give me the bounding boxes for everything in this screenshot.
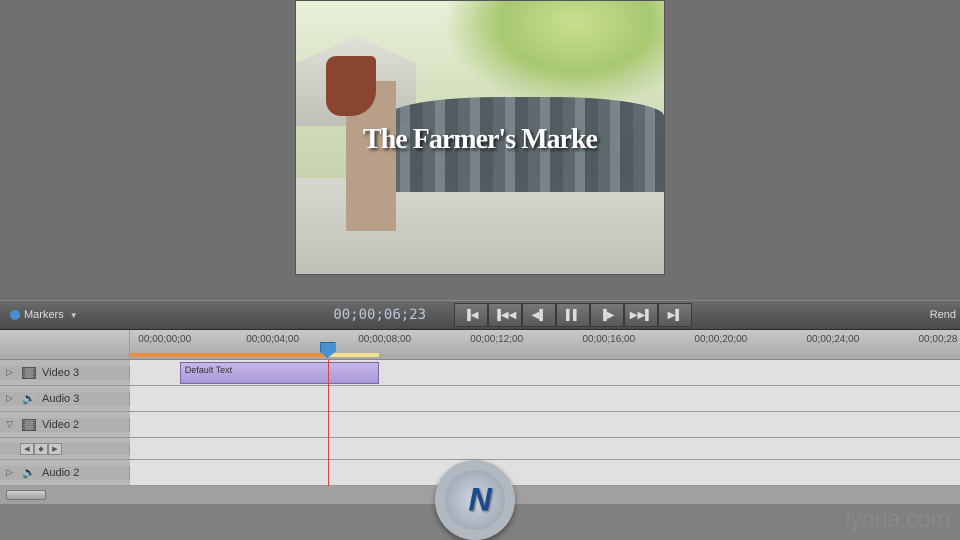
- track-label: Audio 2: [42, 467, 79, 479]
- track-header-video3[interactable]: ▷ Video 3: [0, 366, 130, 380]
- preview-area: The Farmer's Marke: [0, 0, 960, 300]
- marker-icon: [10, 310, 20, 320]
- ruler-header-spacer: [0, 330, 130, 359]
- next-keyframe-button[interactable]: ▶: [48, 443, 62, 455]
- ruler-tick: 00;00;20;00: [694, 334, 747, 345]
- expand-icon[interactable]: ▷: [6, 367, 16, 378]
- track-content-video2[interactable]: [130, 412, 960, 437]
- chevron-down-icon: ▼: [70, 311, 78, 320]
- ruler-tick: 00;00;16;00: [582, 334, 635, 345]
- prev-keyframe-button[interactable]: ◀: [20, 443, 34, 455]
- pause-button[interactable]: ▌▌: [556, 303, 590, 327]
- ruler-tick: 00;00;12;00: [470, 334, 523, 345]
- video-track-icon: [22, 366, 36, 380]
- markers-dropdown[interactable]: Markers ▼: [0, 309, 88, 321]
- preview-frame: The Farmer's Marke: [296, 1, 664, 274]
- clip-default-text[interactable]: Default Text: [180, 362, 379, 384]
- track-video3: ▷ Video 3 Default Text: [0, 360, 960, 386]
- track-content-audio2[interactable]: [130, 460, 960, 485]
- render-button[interactable]: Rend: [930, 309, 960, 321]
- scrollbar-thumb[interactable]: [6, 490, 46, 500]
- render-indicator-orange: [130, 353, 328, 357]
- ruler-tick: 00;00;00;00: [138, 334, 191, 345]
- go-to-out-button[interactable]: ▶▌: [658, 303, 692, 327]
- track-video2: ▽ Video 2: [0, 412, 960, 438]
- audio-track-icon: 🔊: [22, 466, 36, 480]
- expand-icon[interactable]: ▷: [6, 393, 16, 404]
- go-to-in-button[interactable]: ▐◀: [454, 303, 488, 327]
- track-label: Video 3: [42, 367, 79, 379]
- track-content-video2-kf[interactable]: [130, 438, 960, 459]
- markers-label: Markers: [24, 309, 64, 321]
- program-monitor[interactable]: The Farmer's Marke: [295, 0, 665, 275]
- audio-track-icon: 🔊: [22, 392, 36, 406]
- track-video2-expanded: ◀ ◆ ▶: [0, 438, 960, 460]
- expand-icon[interactable]: ▷: [6, 467, 16, 478]
- track-nav-video2: ◀ ◆ ▶: [0, 443, 130, 455]
- title-overlay-text: The Farmer's Marke: [363, 124, 597, 156]
- ruler-ticks[interactable]: 00;00;00;00 00;00;04;00 00;00;08;00 00;0…: [130, 330, 960, 359]
- step-back-button[interactable]: ◀▌: [522, 303, 556, 327]
- watermark-logo: N: [435, 460, 525, 540]
- track-header-audio3[interactable]: ▷ 🔊 Audio 3: [0, 392, 130, 406]
- timeline-ruler[interactable]: 00;00;00;00 00;00;04;00 00;00;08;00 00;0…: [0, 330, 960, 360]
- track-audio3: ▷ 🔊 Audio 3: [0, 386, 960, 412]
- playhead-line: [328, 360, 329, 486]
- render-indicator-yellow: [328, 353, 379, 357]
- track-content-video3[interactable]: Default Text: [130, 360, 960, 385]
- video-track-icon: [22, 418, 36, 432]
- ruler-tick: 00;00;08;00: [358, 334, 411, 345]
- next-edit-button[interactable]: ▶▶▌: [624, 303, 658, 327]
- track-label: Audio 3: [42, 393, 79, 405]
- prev-edit-button[interactable]: ▐◀◀: [488, 303, 522, 327]
- track-header-audio2[interactable]: ▷ 🔊 Audio 2: [0, 466, 130, 480]
- add-keyframe-button[interactable]: ◆: [34, 443, 48, 455]
- step-forward-button[interactable]: ▐▶: [590, 303, 624, 327]
- collapse-icon[interactable]: ▽: [6, 419, 16, 430]
- track-label: Video 2: [42, 419, 79, 431]
- track-content-audio3[interactable]: [130, 386, 960, 411]
- watermark-text: lynda.com: [845, 506, 950, 534]
- current-timecode[interactable]: 00;00;06;23: [325, 305, 434, 325]
- transport-bar: Markers ▼ 00;00;06;23 ▐◀ ▐◀◀ ◀▌ ▌▌ ▐▶ ▶▶…: [0, 300, 960, 330]
- transport-controls: ▐◀ ▐◀◀ ◀▌ ▌▌ ▐▶ ▶▶▌ ▶▌: [454, 303, 692, 327]
- ruler-tick: 00;00;28: [919, 334, 958, 345]
- track-header-video2[interactable]: ▽ Video 2: [0, 418, 130, 432]
- ruler-tick: 00;00;04;00: [246, 334, 299, 345]
- ruler-tick: 00;00;24;00: [806, 334, 859, 345]
